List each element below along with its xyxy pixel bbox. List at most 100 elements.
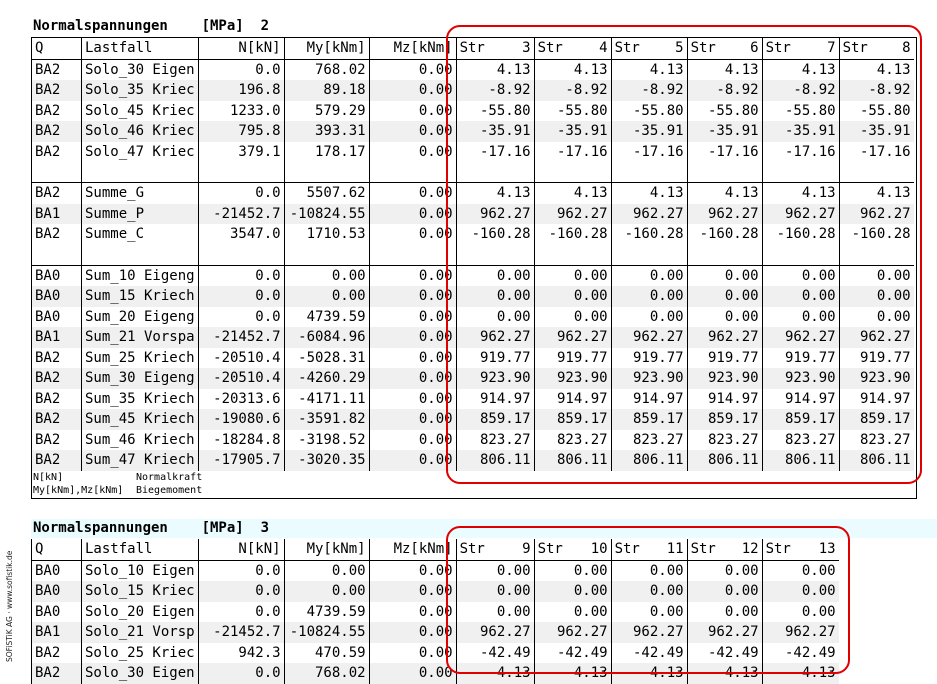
col-header-str-13: 13 Str xyxy=(761,539,839,561)
cell-str-6: -35.91 xyxy=(686,121,763,142)
legend-description: Biegemoment xyxy=(136,485,203,496)
col-header-str-label: Str xyxy=(842,40,868,56)
cell-my: 393.31 xyxy=(283,121,370,142)
cell-str-13: 0.00 xyxy=(761,581,839,602)
cell-str-13: -42.49 xyxy=(761,642,839,663)
cell-my: -4260.29 xyxy=(283,368,370,389)
cell-str-11: -42.49 xyxy=(610,642,688,663)
cell-str-7: 923.90 xyxy=(761,368,840,389)
col-header-n: N[kN] xyxy=(197,38,285,60)
cell-mz: 0.00 xyxy=(368,286,457,307)
spacer-cell xyxy=(81,244,199,265)
cell-my: 0.00 xyxy=(283,286,370,307)
cell-str-4: 919.77 xyxy=(533,347,612,368)
col-header-str-label: Str xyxy=(459,541,485,557)
table-header-row: Q Lastfall N[kN] My[kNm] Mz[kNm] 9 Str 10 Str 11 S… xyxy=(31,539,839,561)
col-header-str-label: Str xyxy=(459,40,485,56)
legend-symbol: N[kN] xyxy=(33,472,64,483)
cell-n: -20313.6 xyxy=(197,388,285,409)
cell-n: -17905.7 xyxy=(197,450,285,471)
cell-my: 89.18 xyxy=(283,80,370,101)
group-spacer-row xyxy=(31,244,914,265)
col-header-str-label: Str xyxy=(614,40,640,56)
cell-str-4: -160.28 xyxy=(533,224,612,245)
spacer-cell xyxy=(533,244,612,265)
col-header-str-label: Str xyxy=(690,541,716,557)
cell-mz: 0.00 xyxy=(368,560,457,581)
cell-q: BA2 xyxy=(31,182,82,204)
col-header-str-7: 7 Str xyxy=(761,38,840,60)
cell-mz: 0.00 xyxy=(368,224,457,245)
cell-n: 3547.0 xyxy=(197,224,285,245)
cell-str-3: -35.91 xyxy=(455,121,535,142)
table-row: BA0 Solo_10 Eigen 0.0 0.00 0.00 0.00 0.00 0.00 0… xyxy=(31,560,839,581)
cell-n: 196.8 xyxy=(197,80,285,101)
cell-str-13: 4.13 xyxy=(761,663,839,684)
cell-str-8: -8.92 xyxy=(838,80,914,101)
spacer-cell xyxy=(283,162,370,183)
table-row: BA2 Sum_47 Kriech -17905.7 -3020.35 0.00 806.… xyxy=(31,450,914,471)
cell-mz: 0.00 xyxy=(368,182,457,204)
cell-str-4: -55.80 xyxy=(533,100,612,121)
cell-my: 0.00 xyxy=(283,560,370,581)
cell-str-9: 0.00 xyxy=(455,581,535,602)
cell-lastfall: Summe_C xyxy=(81,224,199,245)
cell-str-8: 962.27 xyxy=(838,327,914,348)
legend-line: My[kNm],Mz[kNm] Biegemoment xyxy=(33,484,202,497)
cell-lastfall: Summe_G xyxy=(81,182,199,204)
cell-str-8: 823.27 xyxy=(838,429,914,450)
col-header-str-12: 12 Str xyxy=(686,539,763,561)
table-row: BA1 Sum_21 Vorspa -21452.7 -6084.96 0.00 962.… xyxy=(31,327,914,348)
cell-str-8: -35.91 xyxy=(838,121,914,142)
table-row: BA2 Summe_C 3547.0 1710.53 0.00 -160.28 -160.2… xyxy=(31,224,914,245)
cell-mz: 0.00 xyxy=(368,141,457,162)
cell-str-12: 962.27 xyxy=(686,622,763,643)
cell-mz: 0.00 xyxy=(368,264,457,286)
cell-str-13: 0.00 xyxy=(761,601,839,622)
cell-mz: 0.00 xyxy=(368,622,457,643)
col-header-lastfall: Lastfall xyxy=(81,38,199,60)
col-header-str-10: 10 Str xyxy=(533,539,612,561)
spacer-cell xyxy=(81,162,199,183)
col-header-str-number: 12 xyxy=(741,541,759,557)
table-row: BA1 Summe_P -21452.7 -10824.55 0.00 962.27 962… xyxy=(31,203,914,224)
cell-mz: 0.00 xyxy=(368,203,457,224)
cell-lastfall: Solo_20 Eigen xyxy=(81,601,199,622)
table-row: BA2 Solo_35 Kriec 196.8 89.18 0.00 -8.92 -8.92… xyxy=(31,80,914,101)
cell-my: 5507.62 xyxy=(283,182,370,204)
cell-mz: 0.00 xyxy=(368,388,457,409)
cell-lastfall: Solo_21 Vorsp xyxy=(81,622,199,643)
col-header-str-number: 13 xyxy=(818,541,836,557)
cell-str-10: 4.13 xyxy=(533,663,612,684)
spacer-cell xyxy=(610,244,688,265)
cell-q: BA0 xyxy=(31,560,82,581)
cell-str-8: 4.13 xyxy=(838,182,914,204)
cell-n: 0.0 xyxy=(197,182,285,204)
cell-str-8: 0.00 xyxy=(838,306,914,327)
cell-str-6: -160.28 xyxy=(686,224,763,245)
cell-n: -20510.4 xyxy=(197,368,285,389)
cell-lastfall: Summe_P xyxy=(81,203,199,224)
col-header-str-number: 9 xyxy=(522,541,531,557)
table-header-row: Q Lastfall N[kN] My[kNm] Mz[kNm] 3 Str 4 Str 5 Str… xyxy=(31,38,914,60)
cell-str-5: 0.00 xyxy=(610,306,688,327)
cell-mz: 0.00 xyxy=(368,306,457,327)
cell-str-5: 4.13 xyxy=(610,182,688,204)
cell-str-10: 0.00 xyxy=(533,601,612,622)
cell-n: -20510.4 xyxy=(197,347,285,368)
cell-str-6: -17.16 xyxy=(686,141,763,162)
cell-my: -10824.55 xyxy=(283,203,370,224)
table-row: BA2 Summe_G 0.0 5507.62 0.00 4.13 4.13 4.13 4.13… xyxy=(31,182,914,204)
cell-str-3: 919.77 xyxy=(455,347,535,368)
cell-str-5: 914.97 xyxy=(610,388,688,409)
cell-str-8: 923.90 xyxy=(838,368,914,389)
cell-q: BA1 xyxy=(31,622,82,643)
col-header-str-number: 3 xyxy=(522,40,531,56)
spacer-cell xyxy=(283,244,370,265)
cell-str-10: 0.00 xyxy=(533,560,612,581)
cell-str-3: 859.17 xyxy=(455,409,535,430)
cell-my: 1710.53 xyxy=(283,224,370,245)
cell-q: BA0 xyxy=(31,306,82,327)
cell-str-6: -55.80 xyxy=(686,100,763,121)
cell-str-4: 0.00 xyxy=(533,286,612,307)
